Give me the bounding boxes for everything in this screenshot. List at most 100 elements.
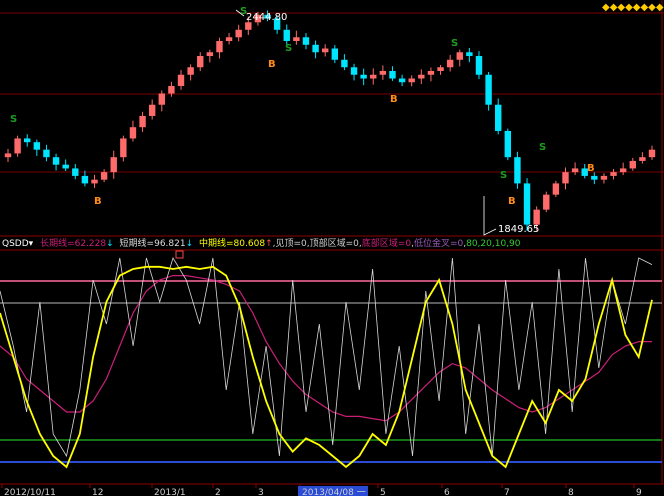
- candle-up: [370, 74, 377, 79]
- candle-up: [4, 153, 12, 158]
- chevron-down-icon[interactable]: ▾: [29, 239, 34, 249]
- long-term-line: [0, 275, 652, 422]
- candle-down: [523, 183, 531, 225]
- candle-down: [72, 168, 79, 176]
- candlestick-series: [4, 10, 656, 231]
- time-axis-label: 3: [258, 488, 264, 496]
- candle-down: [43, 149, 50, 158]
- candle-down: [24, 138, 31, 143]
- candle-up: [235, 29, 242, 38]
- candle-up: [418, 74, 425, 79]
- low-price-label: 1849.65: [498, 224, 539, 235]
- time-axis-label: 6: [444, 488, 450, 496]
- candle-up: [446, 59, 454, 68]
- candle-down: [485, 74, 492, 105]
- sell-signal: S: [539, 142, 546, 153]
- high-price-label: 2444.80: [246, 12, 287, 23]
- candle-down: [475, 56, 483, 75]
- time-axis-label: 5: [380, 488, 386, 496]
- candle-up: [562, 172, 569, 184]
- candle-up: [245, 22, 252, 30]
- see-top-value: 见顶=0: [275, 238, 307, 249]
- candle-down: [33, 142, 41, 150]
- candle-down: [398, 78, 406, 83]
- top-zone-value: 顶部区域=0: [310, 237, 360, 249]
- candle-up: [456, 52, 463, 60]
- low-buy-value: 低位金叉=0: [414, 237, 464, 249]
- candle-up: [543, 194, 550, 210]
- candle-down: [283, 29, 290, 42]
- trade-signals: SBSBSBSBSSB: [10, 6, 595, 207]
- candle-up: [91, 179, 98, 184]
- candle-down: [81, 175, 89, 184]
- buy-signal: B: [587, 163, 595, 174]
- time-axis-label: 8: [568, 488, 574, 496]
- sell-signal: S: [240, 6, 247, 17]
- cursor-marker: [175, 250, 184, 259]
- time-axis-label: 2012/10/11: [4, 488, 56, 496]
- candle-up: [639, 157, 646, 161]
- candle-up: [408, 78, 415, 83]
- short-line-value: 短期线=96.821: [120, 237, 186, 249]
- candle-up: [600, 175, 608, 180]
- sell-signal: S: [10, 114, 17, 125]
- candle-up: [629, 160, 636, 169]
- candle-up: [293, 37, 300, 42]
- time-axis-label: 2013/1: [154, 488, 186, 496]
- candle-up: [197, 56, 204, 68]
- mid-line-value: 中期线=80.608: [199, 237, 265, 249]
- candle-up: [610, 172, 617, 176]
- scroll-indicator[interactable]: ◆◆◆◆◆◆◆◆: [602, 2, 664, 13]
- candle-down: [389, 71, 396, 79]
- candle-up: [14, 138, 21, 154]
- candle-up: [437, 67, 444, 72]
- candle-down: [52, 157, 60, 165]
- candle-up: [110, 157, 117, 173]
- time-axis[interactable]: 2012/10/11 12 2013/1 2 3 2013/04/08 一 5 6 7 8 9: [1, 484, 642, 496]
- candle-up: [177, 74, 185, 86]
- candle-up: [216, 41, 223, 53]
- time-axis-label: 7: [504, 488, 510, 496]
- candle-up: [158, 93, 165, 105]
- long-line-value: 长期线=62.228: [40, 237, 106, 249]
- candle-up: [168, 85, 175, 94]
- candle-up: [129, 127, 137, 139]
- time-axis-label: 2: [215, 488, 221, 496]
- candle-down: [591, 175, 598, 180]
- candle-down: [62, 164, 69, 169]
- candle-down: [312, 44, 319, 53]
- candle-down: [466, 52, 473, 57]
- candle-up: [321, 48, 329, 53]
- candle-up: [648, 149, 656, 158]
- candle-up: [379, 71, 387, 75]
- candle-down: [495, 104, 502, 131]
- buy-signal: B: [390, 94, 398, 105]
- levels-value: 80,20,10,90: [466, 239, 521, 249]
- svg-text:QSDD▾ 长期线=62.228↓[interactable]: QSDD▾ 长期线=62.228↓ 短期线=96.821↓ 中期线=80.608…: [2, 237, 521, 249]
- candle-up: [225, 37, 233, 42]
- indicator-header[interactable]: QSDD▾ 长期线=62.228↓ 短期线=96.821↓ 中期线=80.608…: [2, 237, 521, 249]
- indicator-name[interactable]: QSDD: [2, 239, 29, 249]
- short-term-line: [0, 257, 653, 458]
- candle-up: [427, 71, 435, 75]
- candle-up: [533, 209, 540, 225]
- candle-up: [206, 52, 214, 57]
- candle-up: [148, 104, 156, 116]
- arrow-up-icon: ↑: [265, 239, 273, 249]
- arrow-down-icon: ↓: [186, 239, 194, 249]
- candle-down: [504, 130, 512, 158]
- candle-down: [341, 59, 348, 68]
- time-axis-label: 2013/04/08 一: [302, 488, 366, 496]
- time-axis-label: 12: [92, 488, 103, 496]
- candle-down: [360, 74, 367, 79]
- buy-signal: B: [268, 59, 276, 70]
- sell-signal: S: [285, 43, 292, 54]
- candle-up: [120, 138, 127, 158]
- candle-up: [619, 168, 627, 173]
- stock-chart[interactable]: ◆◆◆◆◆◆◆◆ 2444.80 1849.65 SBSBSBSBSSB QSD…: [0, 0, 664, 496]
- arrow-down-icon: ↓: [106, 239, 114, 249]
- time-axis-label: 9: [636, 488, 642, 496]
- candle-down: [302, 37, 310, 45]
- candle-down: [350, 67, 358, 75]
- buy-signal: B: [508, 196, 516, 207]
